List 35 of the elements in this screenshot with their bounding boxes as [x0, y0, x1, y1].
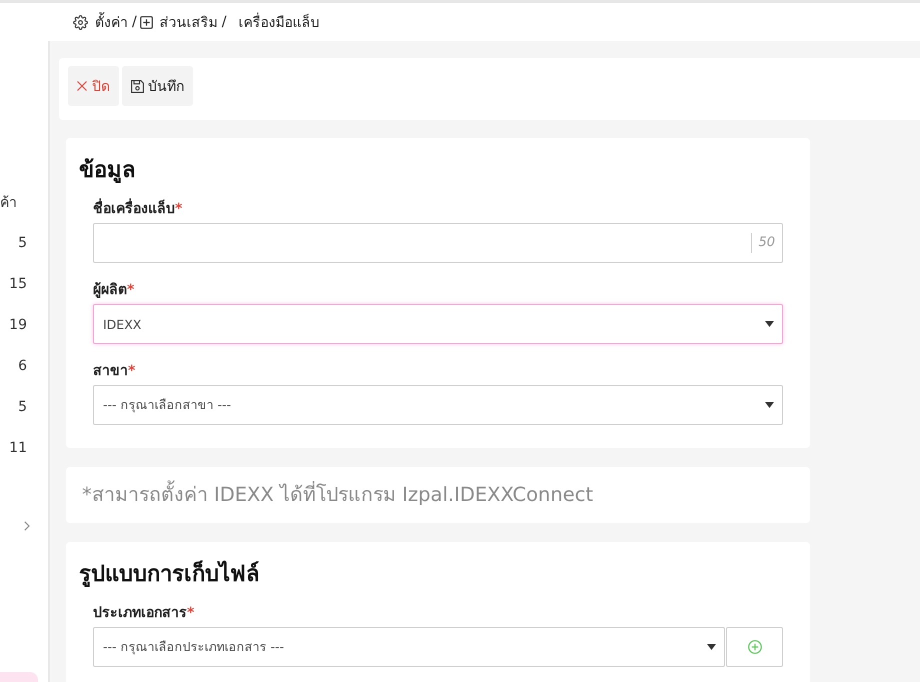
caret-down-icon	[765, 321, 774, 327]
select-field[interactable]: IDEXX	[93, 304, 783, 344]
plus-square-icon	[140, 16, 153, 28]
sidebar-label: ค้า	[0, 194, 17, 212]
breadcrumb-link[interactable]: ตั้งค่า	[95, 11, 128, 33]
close-icon	[77, 81, 87, 91]
section-title: ข้อมูล	[79, 157, 135, 185]
field-label: ชื่อเครื่องแล็บ*	[93, 199, 182, 219]
save-button[interactable]: บันทึก	[122, 66, 193, 106]
save-icon	[131, 80, 144, 92]
menu-count: 5	[18, 234, 27, 250]
close-button[interactable]: ปิด	[68, 66, 119, 106]
menu-count: 19	[9, 316, 27, 332]
breadcrumb-separator: /	[222, 14, 226, 30]
select-field[interactable]: --- กรุณาเลือกสาขา ---	[93, 385, 783, 425]
field-label: สาขา*	[93, 362, 136, 381]
info-note: *สามารถตั้งค่า IDEXX ได้ที่โปรแกรม Izpal.IDEXXConnect	[82, 467, 594, 523]
chevron-right-icon[interactable]	[24, 521, 30, 531]
field-label: ผู้ผลิต*	[93, 281, 134, 300]
character-counter: 50	[751, 233, 775, 253]
caret-down-icon	[707, 644, 716, 650]
breadcrumb-link[interactable]: ส่วนเสริม	[160, 11, 218, 33]
caret-down-icon	[765, 402, 774, 408]
menu-count: 5	[18, 398, 27, 414]
settings-icon	[73, 14, 88, 30]
field-label: ประเภทเอกสาร*	[93, 604, 194, 623]
sidebar-item-highlight	[0, 672, 38, 682]
plus-circle-icon	[748, 640, 762, 654]
menu-count: 15	[9, 276, 27, 292]
breadcrumb-separator: /	[132, 14, 137, 30]
menu-count: 11	[9, 440, 27, 456]
section-title: รูปแบบการเก็บไฟล์	[79, 560, 259, 589]
menu-count: 6	[18, 358, 27, 374]
breadcrumb-current: เครื่องมือแล็บ	[238, 11, 320, 33]
select-field[interactable]: --- กรุณาเลือกประเภทเอกสาร ---	[93, 627, 725, 667]
